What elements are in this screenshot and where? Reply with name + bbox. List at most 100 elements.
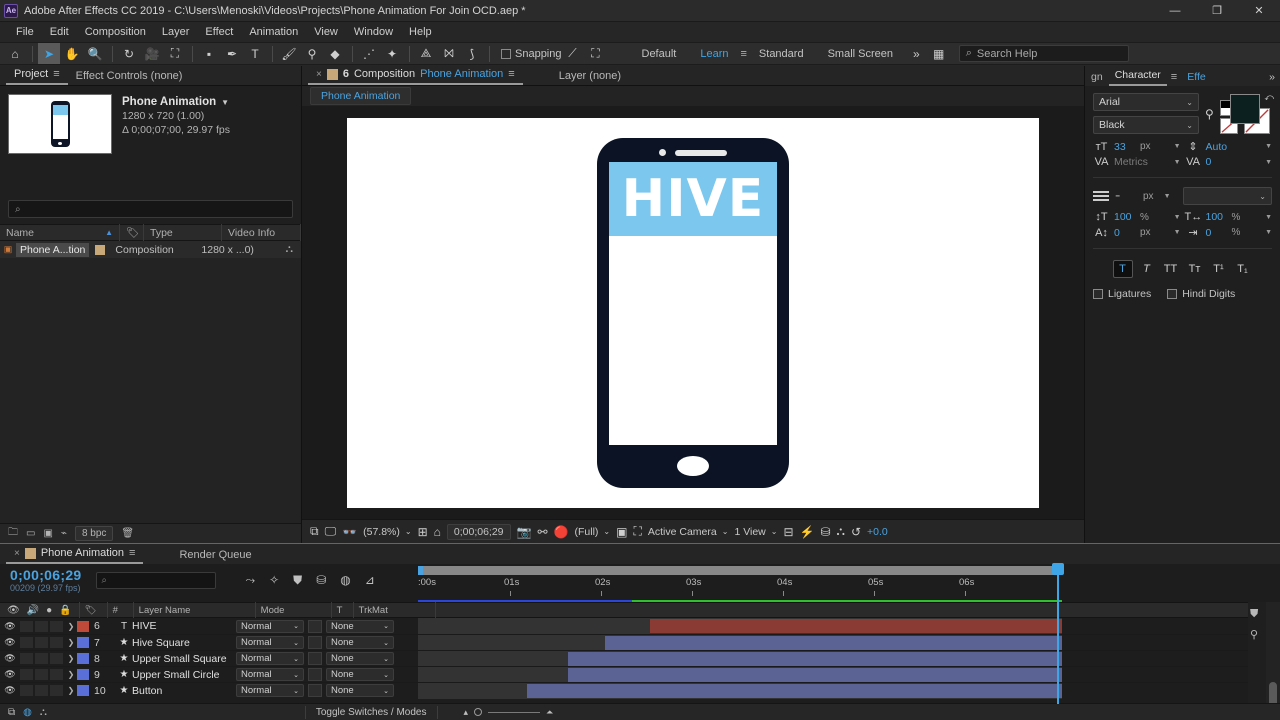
layer-lock-slot[interactable] xyxy=(50,669,63,680)
frame-render-icon[interactable]: ⧉ xyxy=(8,707,15,718)
project-row-label-color[interactable] xyxy=(95,244,106,255)
layer-name[interactable]: Upper Small Circle xyxy=(132,669,236,681)
project-search-input[interactable]: ⌕ xyxy=(8,200,293,218)
minimize-button[interactable]: — xyxy=(1154,0,1196,22)
layer-label-color[interactable] xyxy=(77,653,89,664)
tab-align[interactable]: gn xyxy=(1085,69,1109,86)
layer-solo-slot[interactable] xyxy=(35,685,48,696)
layer-mode-select[interactable]: Normal ⌄ xyxy=(236,684,304,697)
renderer-icon[interactable]: ⛬ xyxy=(837,524,845,539)
delete-icon[interactable]: 🗑 xyxy=(121,528,134,539)
layer-label-color[interactable] xyxy=(77,669,89,680)
fast-previews-icon[interactable]: ⚡ xyxy=(800,525,815,539)
orbit-tool-icon[interactable]: ⨝ xyxy=(438,43,460,64)
layer-t-slot[interactable] xyxy=(308,636,322,649)
layer-t-slot[interactable] xyxy=(308,652,322,665)
chevron-down-icon[interactable]: ▼ xyxy=(1265,159,1272,166)
leading-value[interactable]: Auto xyxy=(1206,141,1228,153)
workspace-default[interactable]: Default xyxy=(630,45,689,63)
puppet-tool-icon[interactable]: ✦ xyxy=(381,43,403,64)
layer-bar-track[interactable] xyxy=(418,635,1062,651)
breadcrumb-item[interactable]: Phone Animation xyxy=(310,87,412,105)
layer-audio-slot[interactable] xyxy=(20,669,33,680)
layer-solo-slot[interactable] xyxy=(35,653,48,664)
layer-audio-slot[interactable] xyxy=(20,653,33,664)
layer-bar-track[interactable] xyxy=(418,683,1062,699)
graph-editor-icon[interactable]: ⊿ xyxy=(365,573,375,588)
workspace-learn[interactable]: Learn xyxy=(688,45,740,63)
table-row[interactable]: 👁 ❯ 7 ★ Hive Square Normal ⌄ None ⌄ xyxy=(0,634,1280,651)
layer-name[interactable]: Hive Square xyxy=(132,637,236,649)
kerning-control[interactable]: VA Metrics ▼ xyxy=(1093,156,1181,168)
search-help-input[interactable]: ⌕ Search Help xyxy=(958,45,1129,62)
layer-twirl-icon[interactable]: ❯ xyxy=(65,622,77,631)
tracking-control[interactable]: VA 0 ▼ xyxy=(1185,156,1272,168)
kerning-value[interactable]: Metrics xyxy=(1114,156,1148,168)
show-snapshot-icon[interactable]: ⚯ xyxy=(537,525,547,539)
column-video-info[interactable]: Video Info xyxy=(222,224,301,241)
interpret-footage-icon[interactable]: ⌁ xyxy=(61,528,67,539)
layer-lock-slot[interactable] xyxy=(50,685,63,696)
timecode-value[interactable]: 0;00;06;29 xyxy=(10,567,82,583)
menu-view[interactable]: View xyxy=(306,24,346,40)
menu-window[interactable]: Window xyxy=(346,24,401,40)
new-folder-icon[interactable]: 🗀 xyxy=(8,525,18,542)
menu-composition[interactable]: Composition xyxy=(77,24,154,40)
magnification-control[interactable]: (57.8%) ⌄ xyxy=(363,526,411,538)
menu-effect[interactable]: Effect xyxy=(197,24,241,40)
channel-icon[interactable]: 🔴 xyxy=(554,525,569,539)
layer-name[interactable]: HIVE xyxy=(132,620,236,632)
layer-twirl-icon[interactable]: ❯ xyxy=(65,638,77,647)
chevron-down-icon[interactable]: ▼ xyxy=(1174,159,1181,166)
hide-shy-layers-icon[interactable]: ⛊ xyxy=(293,573,302,588)
layer-mode-select[interactable]: Normal ⌄ xyxy=(236,652,304,665)
draft-3d-icon[interactable]: ✧ xyxy=(269,573,279,588)
type-tool-icon[interactable]: T xyxy=(244,43,266,64)
exposure-value[interactable]: +0.0 xyxy=(867,526,888,538)
tracking-value[interactable]: 0 xyxy=(1206,156,1228,168)
chevron-down-icon[interactable]: ▼ xyxy=(1174,229,1181,236)
layout-icon[interactable]: ▦ xyxy=(928,43,950,64)
horizontal-scale-value[interactable]: 100 xyxy=(1206,211,1228,223)
layer-solo-slot[interactable] xyxy=(35,637,48,648)
reset-exposure-icon[interactable]: ↺ xyxy=(851,525,861,539)
layer-bar-track[interactable] xyxy=(418,651,1062,667)
toggle-guides-icon[interactable]: ⛶ xyxy=(633,524,641,539)
fill-color-swatch[interactable] xyxy=(1229,93,1260,124)
brush-tool-icon[interactable]: 🖌 xyxy=(278,43,300,64)
faux-bold-button[interactable]: T xyxy=(1112,260,1133,278)
layer-twirl-icon[interactable]: ❯ xyxy=(65,670,77,679)
font-size-control[interactable]: ᴛT 33 px ▼ xyxy=(1093,140,1181,153)
superscript-button[interactable]: T¹ xyxy=(1209,260,1229,278)
timeline-search-input[interactable]: ⌕ xyxy=(95,571,216,589)
workspace-small-screen[interactable]: Small Screen xyxy=(816,45,905,63)
all-caps-button[interactable]: TT xyxy=(1161,260,1181,278)
resolution-control[interactable]: (Full) ⌄ xyxy=(575,526,611,538)
rotation-tool-icon[interactable]: ↻ xyxy=(118,43,140,64)
region-of-interest-icon[interactable]: ⊞ xyxy=(418,525,428,539)
layer-bar-track[interactable] xyxy=(418,618,1062,634)
tab-composition[interactable]: × 6 Composition Phone Animation ≡ xyxy=(308,66,523,85)
zoom-out-icon[interactable]: ▴ xyxy=(464,707,469,718)
subscript-button[interactable]: T₁ xyxy=(1233,260,1253,278)
layer-visibility-icon[interactable]: 👁 xyxy=(0,637,20,648)
layer-audio-slot[interactable] xyxy=(20,685,33,696)
composition-mini-flowchart-icon[interactable]: ⤳ xyxy=(246,573,256,588)
composition-viewer[interactable]: HIVE xyxy=(302,106,1084,519)
project-panel-menu-icon[interactable]: ≡ xyxy=(53,68,59,80)
layer-t-slot[interactable] xyxy=(308,684,322,697)
timeline-playhead[interactable] xyxy=(1052,563,1064,704)
baseline-shift-value[interactable]: 0 xyxy=(1114,227,1136,239)
camera-tool-icon[interactable]: 🎥 xyxy=(141,43,163,64)
snapshot-icon[interactable]: 📷 xyxy=(517,525,532,539)
font-family-select[interactable]: Arial ⌄ xyxy=(1093,93,1199,111)
layer-lock-slot[interactable] xyxy=(50,653,63,664)
snap-align-icon[interactable]: ⟋ xyxy=(562,43,584,64)
timeline-icon[interactable]: ⛁ xyxy=(820,525,830,539)
tsume-value[interactable]: 0 xyxy=(1206,227,1228,239)
chevron-down-icon[interactable]: ▼ xyxy=(1265,214,1272,221)
chevron-down-icon[interactable]: ▼ xyxy=(1265,229,1272,236)
layer-duration-bar[interactable] xyxy=(568,668,1062,682)
close-icon[interactable]: × xyxy=(14,548,20,559)
layer-visibility-icon[interactable]: 👁 xyxy=(0,669,20,680)
